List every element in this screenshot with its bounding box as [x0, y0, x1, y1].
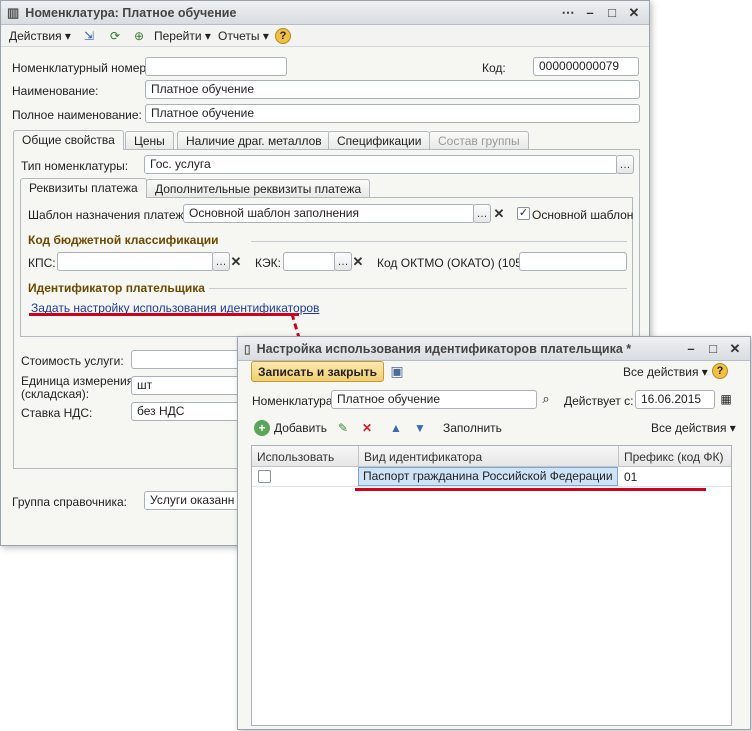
highlight-underline-row — [355, 488, 706, 491]
oktmo-label: Код ОКТМО (ОКАТО) (105): — [377, 256, 530, 270]
type-label: Тип номенклатуры: — [21, 159, 129, 173]
header-divider-2 — [618, 446, 619, 467]
valid-from-field[interactable]: 16.06.2015 — [635, 390, 715, 409]
type-field[interactable]: Гос. услуга — [144, 155, 618, 174]
fill-button[interactable]: Заполнить — [443, 421, 502, 435]
main-template-label: Основной шаблон — [532, 208, 634, 222]
dialog-title: Настройка использования идентификаторов … — [256, 341, 632, 356]
name-label: Наименование: — [12, 84, 99, 98]
save-close-button[interactable]: Записать и закрыть — [251, 361, 384, 382]
template-select-button[interactable]: … — [473, 204, 491, 223]
copy-icon[interactable]: ⊕ — [131, 28, 147, 44]
vat-label: Ставка НДС: — [21, 406, 93, 420]
full-name-field[interactable]: Платное обучение — [145, 104, 640, 123]
payer-section-divider — [209, 288, 627, 289]
highlight-underline-link — [29, 313, 299, 316]
main-window-title: Номенклатура: Платное обучение — [25, 5, 237, 20]
header-divider-1 — [358, 446, 359, 467]
subtab-payment-details[interactable]: Реквизиты платежа — [20, 178, 147, 198]
main-template-checkbox[interactable]: ✓ — [517, 207, 530, 220]
help-icon[interactable]: ? — [275, 28, 291, 44]
move-up-icon[interactable]: ▲ — [388, 420, 404, 436]
kps-label: КПС: — [28, 256, 56, 270]
dialog-maximize-icon[interactable]: □ — [706, 341, 720, 356]
dialog-minimize-icon[interactable]: – — [684, 341, 698, 356]
dialog-nomenclature-label: Номенклатура: — [252, 394, 336, 408]
tab-precious-metals[interactable]: Наличие драг. металлов — [177, 131, 331, 149]
dialog-title-bar: ▯ Настройка использования идентификаторо… — [238, 337, 750, 361]
kps-clear-icon[interactable]: ✕ — [228, 252, 244, 271]
more-icon[interactable]: ⋯ — [561, 5, 575, 20]
template-field[interactable]: Основной шаблон заполнения — [183, 204, 475, 223]
table-row[interactable]: Паспорт гражданина Российской Федерации … — [252, 467, 731, 487]
row-use-checkbox[interactable] — [258, 470, 271, 483]
actions-menu[interactable]: Действия ▾ — [9, 29, 71, 43]
app-icon: ▥ — [7, 4, 20, 20]
tab-general[interactable]: Общие свойства — [13, 130, 124, 150]
main-toolbar — [1, 25, 649, 47]
unit-label: Единица измерения (складская): — [21, 374, 134, 401]
kps-field[interactable] — [57, 252, 214, 271]
unit-field[interactable]: шт — [131, 376, 251, 395]
search-icon[interactable]: ⌕ — [538, 391, 554, 407]
subtab-additional-payment-details[interactable]: Дополнительные реквизиты платежа — [146, 179, 371, 197]
identifier-settings-dialog: ▯ Настройка использования идентификаторо… — [237, 336, 751, 730]
valid-from-label: Действует с: — [564, 394, 634, 408]
document-icon: ▯ — [244, 341, 251, 356]
close-icon[interactable]: ✕ — [627, 5, 641, 20]
main-title-bar: ▥ Номенклатура: Платное обучение ⋯ – □ ✕ — [1, 1, 649, 25]
minimize-icon[interactable]: – — [583, 5, 597, 20]
goto-menu[interactable]: Перейти ▾ — [154, 29, 211, 43]
maximize-icon[interactable]: □ — [605, 5, 619, 20]
save-icon[interactable]: ▣ — [389, 363, 405, 379]
col-header-use[interactable]: Использовать — [257, 450, 334, 464]
nomenclature-number-label: Номенклатурный номер: — [12, 61, 150, 75]
tab-prices[interactable]: Цены — [125, 131, 174, 149]
row-kind-cell[interactable]: Паспорт гражданина Российской Федерации — [358, 467, 618, 486]
edit-icon[interactable]: ✎ — [335, 420, 351, 436]
name-field[interactable]: Платное обучение — [145, 80, 640, 99]
oktmo-field[interactable] — [519, 252, 627, 271]
budget-section-divider — [251, 241, 627, 242]
row-prefix-cell[interactable]: 01 — [624, 470, 637, 484]
add-icon[interactable]: + — [254, 420, 270, 436]
service-cost-label: Стоимость услуги: — [21, 354, 124, 368]
template-label: Шаблон назначения платежа: — [28, 208, 194, 222]
group-label: Группа справочника: — [12, 495, 127, 509]
kek-clear-icon[interactable]: ✕ — [350, 252, 366, 271]
dialog-all-actions-menu[interactable]: Все действия ▾ — [623, 365, 708, 379]
vat-field[interactable]: без НДС — [131, 402, 251, 421]
col-header-identifier-kind[interactable]: Вид идентификатора — [364, 450, 482, 464]
reports-menu[interactable]: Отчеты ▾ — [218, 29, 269, 43]
budget-classification-heading: Код бюджетной классификации — [28, 233, 219, 247]
tab-specifications[interactable]: Спецификации — [328, 131, 431, 149]
template-clear-icon[interactable]: ✕ — [491, 204, 507, 223]
code-field[interactable]: 000000000079 — [533, 57, 639, 76]
table-all-actions-menu[interactable]: Все действия ▾ — [651, 421, 736, 435]
dialog-help-icon[interactable]: ? — [712, 363, 728, 379]
save-doc-icon[interactable]: ⇲ — [81, 28, 97, 44]
tab-group-composition[interactable]: Состав группы — [429, 131, 529, 149]
service-cost-field[interactable] — [131, 350, 251, 369]
dialog-close-icon[interactable]: ✕ — [728, 341, 742, 356]
nomenclature-number-field[interactable] — [145, 57, 287, 76]
type-select-button[interactable]: … — [616, 155, 634, 174]
delete-icon[interactable]: ✕ — [359, 420, 375, 436]
dialog-nomenclature-field[interactable]: Платное обучение — [331, 390, 537, 409]
full-name-label: Полное наименование: — [12, 108, 142, 122]
col-header-prefix[interactable]: Префикс (код ФК) — [624, 450, 724, 464]
refresh-icon[interactable]: ⟳ — [107, 28, 123, 44]
add-button[interactable]: Добавить — [274, 421, 327, 435]
move-down-icon[interactable]: ▼ — [412, 420, 428, 436]
code-label: Код: — [482, 61, 506, 75]
kek-label: КЭК: — [255, 256, 281, 270]
payer-identifier-heading: Идентификатор плательщика — [28, 281, 205, 295]
kek-field[interactable] — [283, 252, 336, 271]
calendar-icon[interactable]: ▦ — [718, 391, 734, 407]
